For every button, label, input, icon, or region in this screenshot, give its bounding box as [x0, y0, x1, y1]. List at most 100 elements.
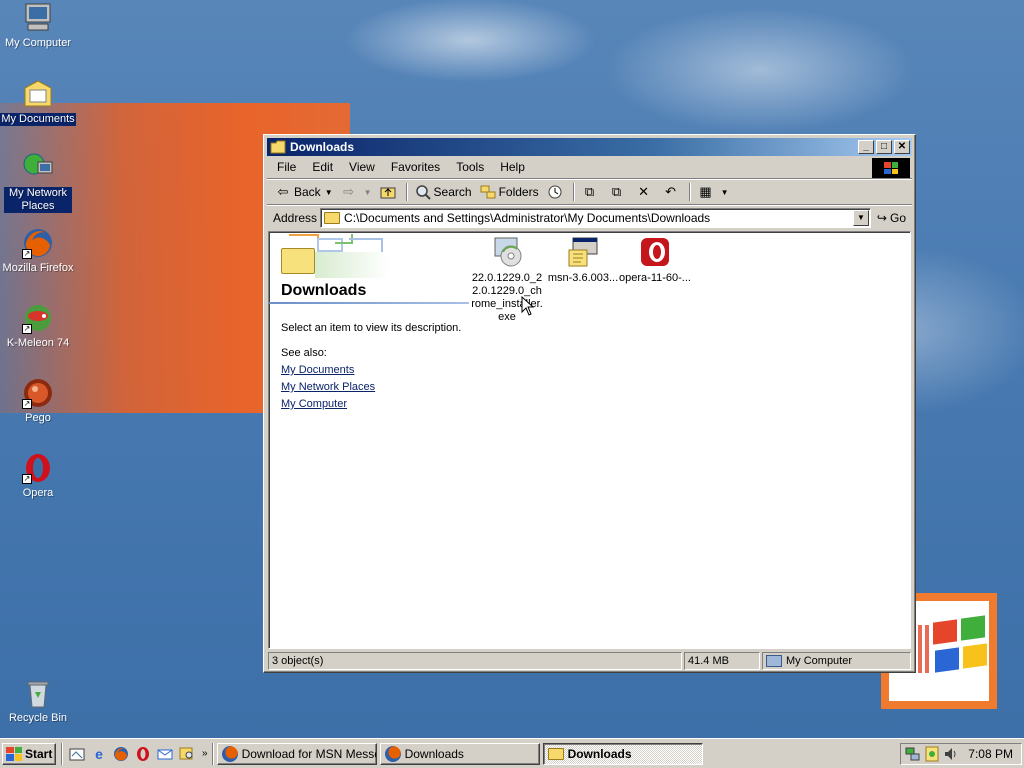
desktop-icon-k-meleon[interactable]: ↗ K-Meleon 74 [0, 302, 76, 350]
folders-icon [480, 184, 496, 200]
menu-favorites[interactable]: Favorites [383, 158, 448, 176]
network-tray-icon[interactable] [905, 746, 921, 762]
delete-button[interactable]: ✕ [632, 182, 659, 202]
folder-icon [281, 248, 315, 274]
menu-view[interactable]: View [341, 158, 383, 176]
desktop-icon-recycle-bin[interactable]: Recycle Bin [0, 677, 76, 725]
desktop-icon-my-documents[interactable]: My Documents [0, 78, 76, 126]
taskbar-divider [211, 742, 214, 765]
menu-file[interactable]: File [269, 158, 304, 176]
menu-help[interactable]: Help [492, 158, 533, 176]
task-button-downloads-firefox[interactable]: Downloads [379, 742, 540, 765]
pane-description: Select an item to view its description. [281, 322, 462, 334]
undo-button[interactable]: ↶ [659, 182, 686, 202]
web-view-pane: Downloads Select an item to view its des… [269, 232, 469, 648]
shortcut-arrow-icon: ↗ [22, 249, 32, 259]
file-name: opera-11-60-... [619, 272, 691, 284]
clock[interactable]: 7:08 PM [968, 747, 1013, 761]
go-label: Go [889, 211, 906, 225]
installer-cd-icon [491, 236, 523, 268]
shortcut-arrow-icon: ↗ [22, 474, 32, 484]
views-button[interactable]: ▦ ▼ [694, 182, 733, 202]
desktop-icon-label: My Computer [4, 37, 72, 49]
undo-icon: ↶ [665, 184, 677, 199]
delete-x-icon: ✕ [638, 184, 650, 199]
desktop-icon-label: Recycle Bin [8, 712, 68, 724]
setup-program-icon [567, 236, 599, 268]
folders-button[interactable]: Folders [476, 182, 543, 202]
minimize-button[interactable]: _ [858, 140, 874, 154]
explorer-window[interactable]: Downloads _ □ ✕ File Edit View Favorites… [263, 134, 916, 673]
back-button[interactable]: ⇦ Back ▼ [271, 182, 337, 202]
address-input[interactable]: C:\Documents and Settings\Administrator\… [320, 208, 871, 228]
system-tray: 7:08 PM [900, 743, 1022, 765]
task-label: Download for MSN Messe... [241, 746, 377, 761]
window-title: Downloads [290, 140, 355, 154]
link-my-network-places[interactable]: My Network Places [281, 381, 375, 393]
quicklaunch-outlook-icon[interactable] [156, 745, 174, 763]
close-button[interactable]: ✕ [894, 140, 910, 154]
go-arrow-icon: ↪ [876, 211, 887, 225]
file-item-msn-setup[interactable]: msn-3.6.003... [545, 236, 621, 285]
quicklaunch-search-icon[interactable] [178, 745, 196, 763]
task-button-msn-download[interactable]: Download for MSN Messe... [216, 742, 377, 765]
banner-wash [315, 252, 389, 278]
quicklaunch-ie-icon[interactable]: e [90, 745, 108, 763]
pane-title: Downloads [281, 282, 367, 299]
folders-label: Folders [498, 185, 539, 199]
quicklaunch-opera-icon[interactable] [134, 745, 152, 763]
chevron-down-icon: ▼ [324, 187, 333, 197]
address-dropdown-button[interactable]: ▼ [852, 210, 869, 226]
copy-to-button[interactable]: ⧉ [605, 182, 632, 202]
shortcut-arrow-icon: ↗ [22, 399, 32, 409]
my-documents-icon [22, 78, 54, 110]
logo-blue-pane [935, 647, 959, 673]
move-to-button[interactable]: ⧉ [578, 182, 605, 202]
desktop-icon-label: My Network Places [4, 187, 72, 213]
desktop-icon-pego[interactable]: ↗ Pego [0, 377, 76, 425]
menu-tools[interactable]: Tools [448, 158, 492, 176]
back-label: Back [294, 185, 321, 199]
search-label: Search [433, 185, 472, 199]
quicklaunch-more-icon[interactable]: » [202, 748, 208, 759]
quicklaunch-firefox-icon[interactable] [112, 745, 130, 763]
status-bar: 3 object(s) 41.4 MB My Computer [268, 652, 911, 670]
firefox-icon [221, 745, 238, 762]
quicklaunch-desktop-icon[interactable] [68, 745, 86, 763]
link-my-documents[interactable]: My Documents [281, 364, 354, 376]
desktop-icon-my-computer[interactable]: My Computer [0, 2, 76, 50]
link-my-computer[interactable]: My Computer [281, 398, 347, 410]
start-button[interactable]: Start [2, 742, 56, 765]
address-bar: Address C:\Documents and Settings\Admini… [267, 206, 912, 230]
task-button-downloads-folder[interactable]: Downloads [542, 742, 703, 765]
file-item-opera-installer[interactable]: opera-11-60-... [617, 236, 693, 285]
toolbar-divider [405, 183, 408, 201]
folder-view[interactable]: Downloads Select an item to view its des… [268, 231, 911, 649]
address-value: C:\Documents and Settings\Administrator\… [344, 211, 711, 225]
file-name: msn-3.6.003... [547, 272, 619, 284]
history-icon [547, 184, 563, 200]
desktop-icon-label: K-Meleon 74 [6, 337, 70, 349]
search-button[interactable]: Search [411, 182, 476, 202]
menu-bar: File Edit View Favorites Tools Help [267, 156, 912, 178]
desktop-icon-firefox[interactable]: ↗ Mozilla Firefox [0, 227, 76, 275]
volume-icon[interactable] [943, 746, 959, 762]
maximize-button[interactable]: □ [876, 140, 892, 154]
task-label: Downloads [404, 746, 464, 761]
status-zone-label: My Computer [786, 655, 853, 667]
recycle-bin-icon [22, 677, 54, 709]
up-folder-button[interactable] [376, 182, 403, 202]
go-button[interactable]: ↪ Go [871, 211, 912, 225]
desktop-icon-opera[interactable]: ↗ Opera [0, 452, 76, 500]
network-places-icon [22, 152, 54, 184]
shortcut-arrow-icon: ↗ [22, 324, 32, 334]
msn-tray-icon[interactable] [924, 746, 940, 762]
pego-icon: ↗ [22, 377, 54, 409]
forward-button[interactable]: ⇨ ▼ [337, 182, 376, 202]
windows-flag-icon [6, 746, 22, 761]
desktop-icon-network-places[interactable]: My Network Places [0, 152, 76, 213]
window-titlebar[interactable]: Downloads _ □ ✕ [267, 138, 912, 156]
history-button[interactable] [543, 182, 570, 202]
menu-edit[interactable]: Edit [304, 158, 341, 176]
desktop-icon-label: Pego [25, 412, 51, 424]
